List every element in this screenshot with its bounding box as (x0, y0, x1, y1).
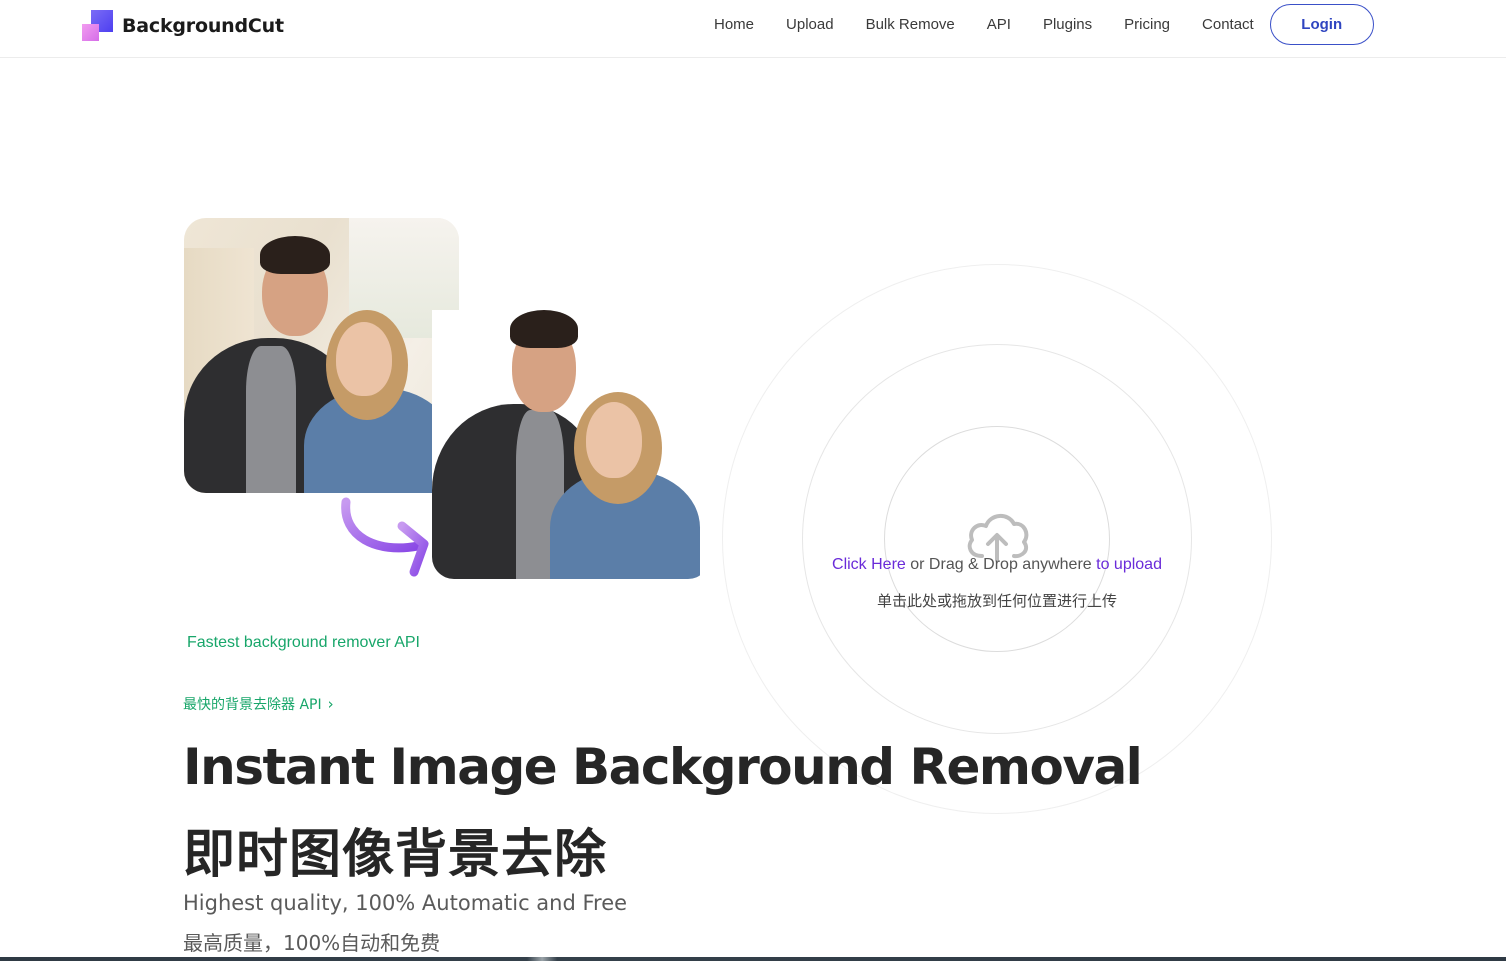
cutout-photo (432, 310, 710, 579)
bottom-edge-bar (0, 957, 1506, 961)
nav-bulk-remove[interactable]: Bulk Remove (850, 16, 971, 33)
nav-upload[interactable]: Upload (770, 16, 850, 33)
tagline-cn-link[interactable]: 最快的背景去除器 API › (183, 694, 334, 714)
nav-api[interactable]: API (971, 16, 1027, 33)
brand-name: BackgroundCut (122, 15, 284, 37)
main-nav: Home Upload Bulk Remove API Plugins Pric… (698, 4, 1374, 45)
original-photo (184, 218, 459, 493)
subtitle-en: Highest quality, 100% Automatic and Free (183, 891, 628, 915)
upload-instruction-cn: 单击此处或拖放到任何位置进行上传 (876, 592, 1117, 610)
upload-instruction: Click Here or Drag & Drop anywhere to up… (760, 556, 1234, 574)
nav-pricing[interactable]: Pricing (1108, 16, 1186, 33)
tagline-en: Fastest background remover API (187, 634, 420, 651)
tagline-cn-text: 最快的背景去除器 API (183, 697, 322, 713)
page-title-cn: 即时图像背景去除 (183, 825, 608, 885)
subtitle-cn: 最高质量，100%自动和免费 (183, 931, 441, 955)
brand-link[interactable]: BackgroundCut (82, 10, 284, 42)
click-here-link[interactable]: Click Here (832, 556, 906, 573)
nav-contact[interactable]: Contact (1186, 16, 1270, 33)
page-title: Instant Image Background Removal (183, 738, 1143, 796)
nav-home[interactable]: Home (698, 16, 770, 33)
chevron-right-icon: › (327, 695, 334, 713)
brand-logo-icon (82, 10, 114, 42)
upload-instruction-middle: or Drag & Drop anywhere (905, 556, 1097, 573)
to-upload-link[interactable]: to upload (1096, 556, 1162, 573)
site-header: BackgroundCut Home Upload Bulk Remove AP… (0, 0, 1506, 58)
login-button[interactable]: Login (1269, 4, 1374, 45)
nav-plugins[interactable]: Plugins (1027, 16, 1108, 33)
curved-arrow-icon (341, 497, 429, 577)
